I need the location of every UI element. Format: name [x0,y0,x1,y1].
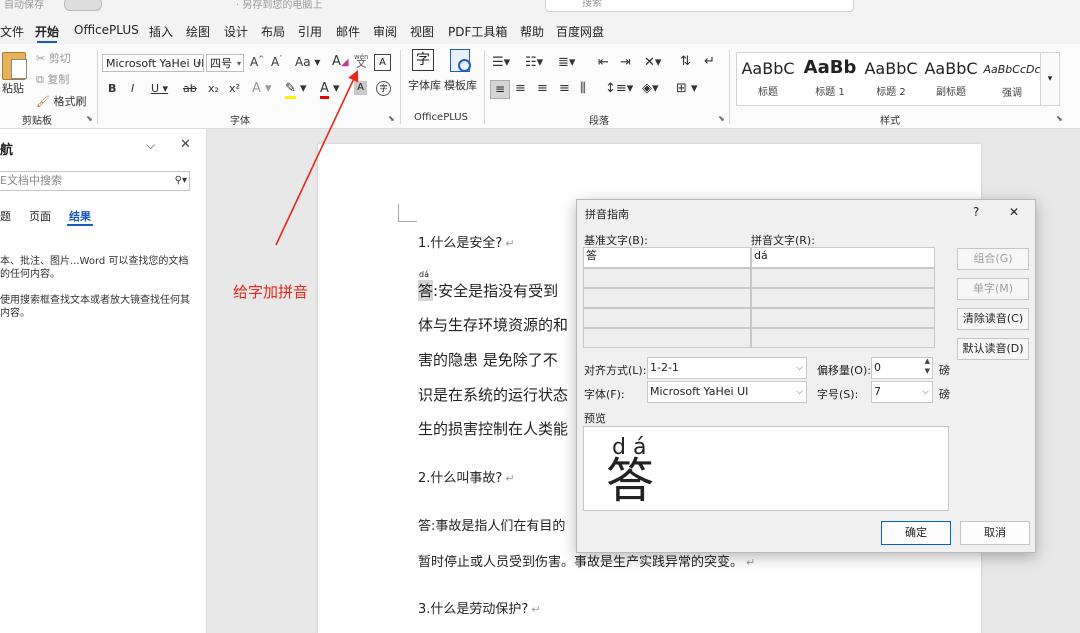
phonetic-guide-dialog: 拼音指南 ? ✕ 基准文字(B): 拼音文字(R): 答 dá 组合(G) 单字… [576,199,1036,553]
offset-spinner[interactable]: 0 ▲ ▼ [871,357,933,379]
base-text-field[interactable] [583,308,751,328]
alignment-label: 对齐方式(L): [584,364,647,377]
close-icon[interactable]: ✕ [1009,205,1019,219]
preview-label: 预览 [584,412,606,425]
chevron-down-icon: ⌵ [796,363,803,373]
preview-box: d á 答 [583,426,949,511]
size-unit: 磅 [939,388,950,401]
base-text-field[interactable] [583,288,751,308]
ruby-text-field[interactable] [751,328,935,348]
font-select[interactable]: Microsoft YaHei UI ⌵ [647,381,807,403]
group-button[interactable]: 组合(G) [957,248,1029,270]
ruby-text-field[interactable] [751,288,935,308]
cancel-button[interactable]: 取消 [960,521,1030,545]
annotation-label: 给字加拼音 [233,283,309,301]
clear-ruby-button[interactable]: 清除读音(C) [957,308,1029,330]
ruby-text-label: 拼音文字(R): [751,234,815,247]
ruby-text-field[interactable] [751,268,935,288]
base-text-field[interactable]: 答 [583,247,751,268]
offset-label: 偏移量(O): [817,364,871,377]
base-text-label: 基准文字(B): [584,234,648,247]
ruby-text-field[interactable] [751,308,935,328]
ok-button[interactable]: 确定 [881,521,951,545]
size-label: 字号(S): [817,388,859,401]
ruby-text-field[interactable]: dá [751,247,935,268]
mono-ruby-button[interactable]: 单字(M) [957,278,1029,300]
font-label: 字体(F): [584,388,625,401]
preview-character: 答 [606,453,655,509]
base-text-field[interactable] [583,328,751,348]
help-button[interactable]: ? [973,205,979,219]
chevron-down-icon: ⌵ [796,387,803,397]
default-ruby-button[interactable]: 默认读音(D) [957,338,1029,360]
base-text-field[interactable] [583,268,751,288]
dialog-title: 拼音指南 [585,208,629,221]
arrow-to-phonetic-icon [275,69,359,246]
chevron-down-icon: ⌵ [922,387,929,397]
alignment-select[interactable]: 1-2-1 ⌵ [647,357,807,379]
offset-unit: 磅 [939,364,950,377]
spinner-arrows-icon[interactable]: ▲ ▼ [925,358,930,376]
size-select[interactable]: 7 ⌵ [871,381,933,403]
